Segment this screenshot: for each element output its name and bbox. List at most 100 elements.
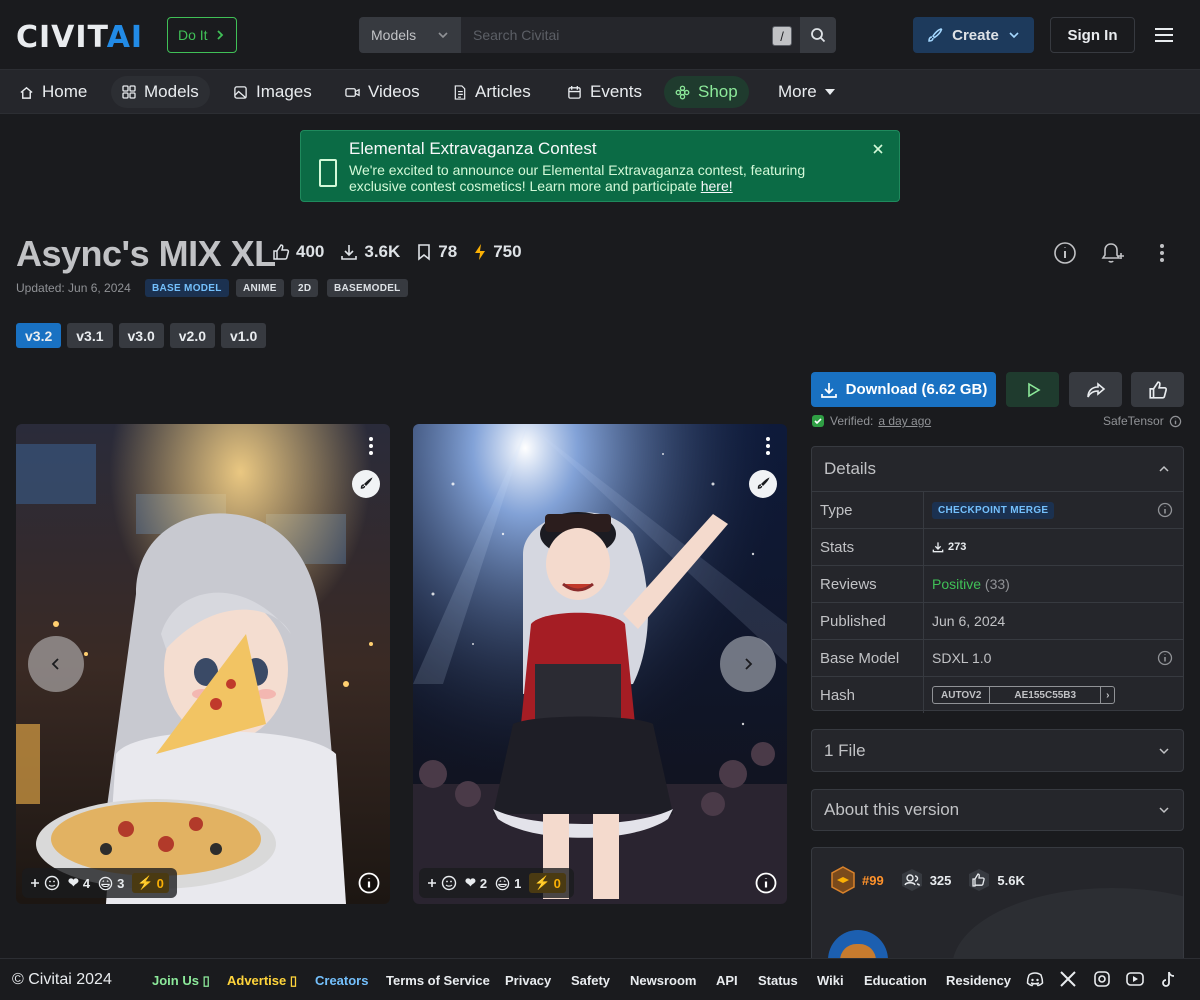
announcement-link[interactable]: here! (701, 178, 733, 194)
nav-more[interactable]: More (767, 76, 846, 108)
type-badge: CHECKPOINT MERGE (932, 501, 1055, 519)
buzz-tip[interactable]: ⚡ 0 (529, 873, 566, 893)
top-header: CIVITAI Do It Models / Create Sign In (0, 0, 1200, 70)
info-icon[interactable] (755, 872, 777, 894)
download-count: 273 (932, 541, 966, 553)
shop-icon (675, 85, 690, 99)
share-button[interactable] (1069, 372, 1122, 407)
nav-events[interactable]: Events (556, 76, 653, 108)
carousel-prev-button[interactable] (28, 636, 84, 692)
phone-icon (319, 159, 337, 187)
sign-in-button[interactable]: Sign In (1050, 17, 1135, 53)
file-format: SafeTensor (1103, 414, 1182, 428)
version-tab[interactable]: v3.1 (67, 323, 113, 348)
instagram-icon[interactable] (1094, 971, 1110, 987)
buzz-tip[interactable]: ⚡ 0 (132, 873, 169, 893)
reactions-bar: ❤ 2 1 ⚡ 0 (419, 868, 574, 898)
hash-box[interactable]: AUTOV2 AE155C55B3 › (932, 686, 1116, 704)
do-it-button[interactable]: Do It (167, 17, 237, 53)
reviews-link[interactable]: Positive (33) (932, 576, 1010, 592)
chevron-left-icon (51, 658, 59, 670)
files-panel[interactable]: 1 File (811, 729, 1184, 772)
notify-button[interactable] (1096, 234, 1126, 272)
remix-button[interactable] (749, 470, 777, 498)
badge-tag[interactable]: BASEMODEL (327, 279, 408, 297)
add-reaction-icon[interactable] (30, 875, 60, 891)
nav-videos[interactable]: Videos (334, 76, 431, 108)
heart-reaction[interactable]: ❤ 2 (465, 875, 487, 891)
footer-link-privacy[interactable]: Privacy (505, 973, 551, 988)
nav-articles[interactable]: Articles (442, 76, 542, 108)
brush-icon (757, 477, 770, 489)
details-header[interactable]: Details (812, 447, 1183, 491)
footer-link-wiki[interactable]: Wiki (817, 973, 844, 988)
info-icon[interactable] (1157, 502, 1173, 518)
footer-link-safety[interactable]: Safety (571, 973, 610, 988)
menu-icon[interactable] (1154, 26, 1174, 44)
info-icon[interactable] (1169, 415, 1182, 428)
heart-icon: ❤ (68, 875, 79, 890)
search-type-select[interactable]: Models (359, 17, 461, 53)
carousel-next-button[interactable] (720, 636, 776, 692)
badge-tag[interactable]: ANIME (236, 279, 284, 297)
youtube-icon[interactable] (1126, 971, 1144, 987)
buzz-stat: 750 (473, 242, 522, 262)
play-icon (1027, 382, 1041, 397)
download-button[interactable]: Download (6.62 GB) (811, 372, 996, 407)
reactions-bar: ❤ 4 3 ⚡ 0 (22, 868, 177, 898)
version-tab[interactable]: v1.0 (221, 323, 267, 348)
create-button[interactable]: Create (913, 17, 1034, 53)
laugh-reaction[interactable]: 1 (495, 876, 521, 891)
footer-link-status[interactable]: Status (758, 973, 798, 988)
info-icon[interactable] (1157, 650, 1173, 666)
chevron-up-icon (1159, 465, 1169, 472)
info-button[interactable] (1050, 234, 1080, 272)
verified-date-link[interactable]: a day ago (878, 414, 931, 428)
nav-home[interactable]: Home (8, 76, 98, 108)
tiktok-icon[interactable] (1160, 971, 1176, 989)
footer-link-api[interactable]: API (716, 973, 738, 988)
version-tab[interactable]: v2.0 (169, 323, 215, 348)
thumbs-up-icon (273, 244, 290, 260)
remix-button[interactable] (352, 470, 380, 498)
badge-base-model[interactable]: BASE MODEL (145, 279, 229, 297)
version-tab[interactable]: v3.0 (118, 323, 164, 348)
nav-shop[interactable]: Shop (664, 76, 749, 108)
dots-vertical-icon[interactable] (368, 436, 374, 456)
civitai-logo[interactable]: CIVITAI (16, 20, 143, 55)
footer-link-education[interactable]: Education (864, 973, 927, 988)
search-input[interactable] (461, 17, 800, 53)
info-icon[interactable] (358, 872, 380, 894)
download-icon (820, 382, 837, 398)
heart-reaction[interactable]: ❤ 4 (68, 875, 90, 891)
footer-link-residency[interactable]: Residency (946, 973, 1011, 988)
nav-models[interactable]: Models (111, 76, 210, 108)
footer-link-terms[interactable]: Terms of Service (386, 973, 490, 988)
dots-vertical-icon[interactable] (765, 436, 771, 456)
footer-link-newsroom[interactable]: Newsroom (630, 973, 696, 988)
more-options-button[interactable] (1148, 234, 1176, 272)
x-twitter-icon[interactable] (1060, 971, 1076, 987)
heart-icon: ❤ (465, 875, 476, 890)
brush-icon (360, 477, 373, 489)
chevron-right-icon (745, 658, 753, 670)
chevron-right-icon[interactable]: › (1101, 687, 1114, 703)
laugh-reaction[interactable]: 3 (98, 876, 124, 891)
about-version-panel[interactable]: About this version (811, 789, 1184, 831)
run-button[interactable] (1006, 372, 1059, 407)
search-bar: Models / (359, 17, 836, 53)
add-reaction-icon[interactable] (427, 875, 457, 891)
info-icon (1054, 242, 1076, 264)
discord-icon[interactable] (1026, 971, 1044, 989)
badge-tag[interactable]: 2D (291, 279, 319, 297)
like-button[interactable] (1131, 372, 1184, 407)
footer-link-advertise[interactable]: Advertise ▯ (227, 973, 297, 989)
laugh-icon (495, 876, 510, 890)
close-icon[interactable] (870, 141, 886, 157)
footer-link-creators[interactable]: Creators (315, 973, 368, 988)
version-tab[interactable]: v3.2 (16, 323, 62, 348)
footer-link-join[interactable]: Join Us ▯ (152, 973, 210, 989)
search-button[interactable] (800, 17, 836, 53)
footer: © Civitai 2024 Join Us ▯ Advertise ▯ Cre… (0, 958, 1200, 1000)
nav-images[interactable]: Images (222, 76, 323, 108)
